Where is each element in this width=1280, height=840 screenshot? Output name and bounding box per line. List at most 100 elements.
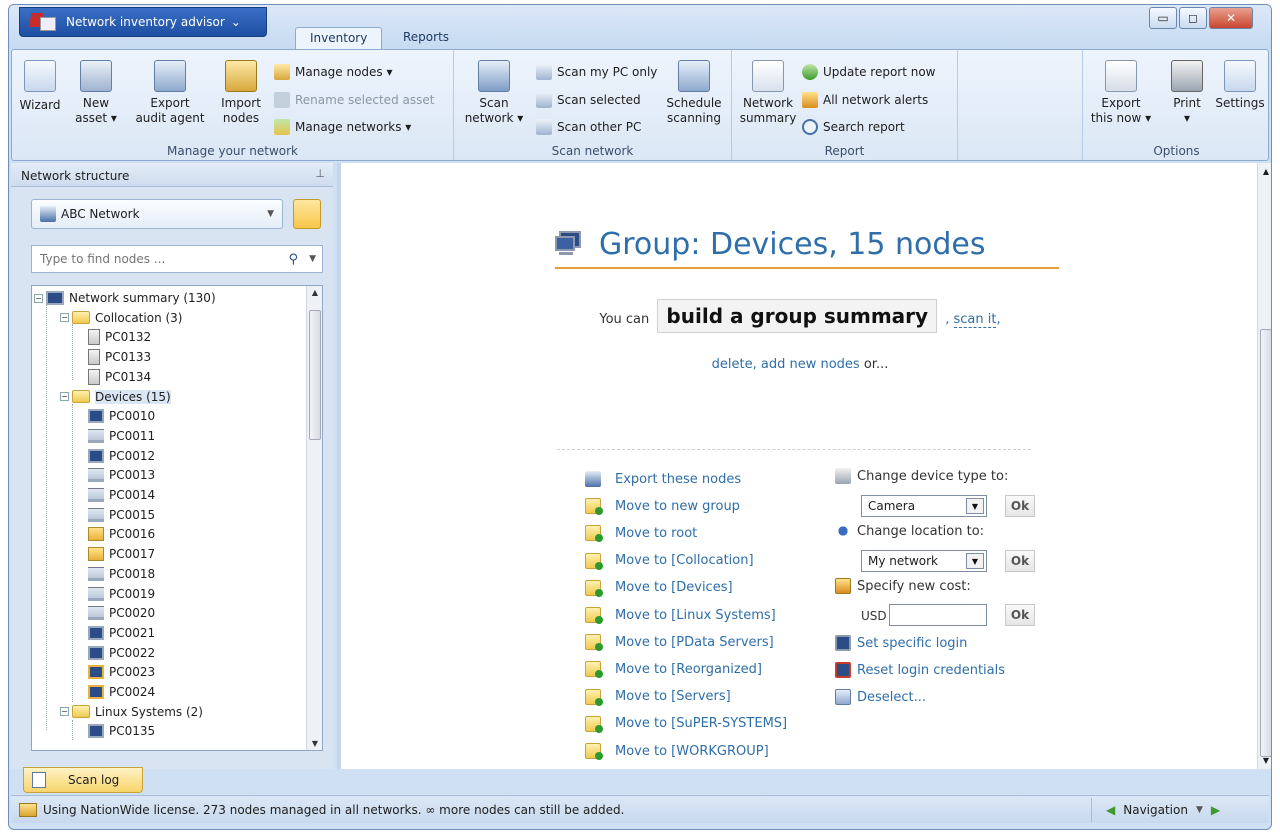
network-select[interactable]: ABC Network ▼ (31, 199, 283, 229)
tree-scrollbar[interactable]: ▲ ▼ (306, 286, 322, 750)
main-scroll-thumb[interactable] (1260, 329, 1271, 757)
computer-icon (88, 488, 104, 502)
deselect-link[interactable]: Deselect... (835, 687, 926, 707)
tab-inventory[interactable]: Inventory (295, 27, 383, 50)
cost-ok-button[interactable]: Ok (1005, 604, 1035, 626)
cost-input[interactable] (889, 604, 987, 626)
move-to-link[interactable]: Move to [PData Servers] (585, 632, 774, 652)
tree-node[interactable]: PC0022 (88, 643, 155, 663)
node-search[interactable]: ⚲ ▼ (31, 245, 323, 273)
tree-node[interactable]: PC0013 (88, 465, 155, 485)
tree-node[interactable]: PC0012 (88, 446, 155, 466)
search-input[interactable] (38, 251, 268, 267)
import-nodes-button[interactable]: Import nodes (216, 60, 266, 126)
set-login-link[interactable]: Set specific login (835, 633, 967, 653)
export-this-now-button[interactable]: Export this now ▾ (1089, 60, 1153, 126)
tree-node[interactable]: PC0011 (88, 426, 155, 446)
tree-node[interactable]: PC0024 (88, 682, 155, 702)
delete-link[interactable]: delete (712, 357, 753, 372)
add-new-nodes-link[interactable]: add new nodes (761, 357, 860, 372)
location-ok-button[interactable]: Ok (1005, 550, 1035, 572)
collapse-icon[interactable]: − (60, 313, 69, 323)
schedule-scanning-button[interactable]: Schedule scanning (662, 60, 726, 126)
search-icon[interactable]: ⚲ (288, 252, 298, 267)
tree-node[interactable]: PC0133 (88, 347, 151, 367)
export-audit-agent-button[interactable]: Export audit agent (128, 60, 212, 126)
tree-node[interactable]: PC0014 (88, 485, 155, 505)
close-button[interactable]: ✕ (1209, 7, 1253, 29)
settings-button[interactable]: Settings (1213, 60, 1267, 111)
move-to-link[interactable]: Move to [WORKGROUP] (585, 741, 769, 761)
filter-button[interactable] (293, 199, 321, 229)
scan-log-tab[interactable]: Scan log (23, 767, 143, 793)
tree-group[interactable]: − Network summary (130) (34, 288, 216, 308)
move-to-link[interactable]: Move to [Servers] (585, 687, 731, 707)
tree-node[interactable]: PC0020 (88, 603, 155, 623)
tree-node[interactable]: PC0021 (88, 623, 155, 643)
collapse-icon[interactable]: − (34, 293, 43, 303)
main-scrollbar[interactable]: ▲ ▼ (1257, 163, 1271, 769)
tree-node[interactable]: PC0134 (88, 367, 151, 387)
all-alerts-button[interactable]: All network alerts (802, 90, 928, 110)
update-report-button[interactable]: Update report now (802, 62, 936, 82)
collapse-icon[interactable]: − (60, 707, 69, 717)
scan-selected-button[interactable]: Scan selected (536, 90, 641, 110)
device-type-select[interactable]: Camera ▼ (861, 495, 987, 517)
scan-other-pc-button[interactable]: Scan other PC (536, 117, 641, 137)
options-line: You can build a group summary , scan it, (341, 299, 1259, 333)
navigation-button[interactable]: ◀ Navigation ▼ ▶ (1091, 798, 1255, 822)
tree-group[interactable]: − Collocation (3) (60, 308, 182, 328)
reset-login-link[interactable]: Reset login credentials (835, 660, 1005, 680)
move-to-link[interactable]: Move to [Collocation] (585, 551, 754, 571)
maximize-button[interactable]: ◻ (1179, 7, 1207, 29)
scroll-down-icon[interactable]: ▼ (307, 739, 322, 748)
export-nodes-link[interactable]: Export these nodes (585, 469, 741, 489)
move-to-link[interactable]: Move to [Reorganized] (585, 659, 762, 679)
move-to-link[interactable]: Move to new group (585, 496, 740, 516)
tree-node[interactable]: PC0017 (88, 544, 155, 564)
scroll-up-icon[interactable]: ▲ (307, 288, 322, 297)
network-summary-button[interactable]: Network summary (738, 60, 798, 126)
scan-it-link[interactable]: scan it (953, 312, 997, 328)
move-to-link[interactable]: Move to [Linux Systems] (585, 605, 776, 625)
tree-group[interactable]: − Linux Systems (2) (60, 702, 203, 722)
manage-networks-button[interactable]: Manage networks ▾ (274, 117, 411, 137)
tree-node[interactable]: PC0023 (88, 662, 155, 682)
tree-scroll-thumb[interactable] (309, 310, 321, 440)
network-select-value: ABC Network (61, 207, 140, 221)
move-to-link[interactable]: Move to [Devices] (585, 578, 733, 598)
rename-asset-button[interactable]: Rename selected asset (274, 90, 434, 110)
scan-my-pc-button[interactable]: Scan my PC only (536, 62, 657, 82)
tree-node[interactable]: PC0016 (88, 524, 155, 544)
scan-network-button[interactable]: Scan network ▾ (462, 60, 526, 126)
back-arrow-icon[interactable]: ◀ (1106, 803, 1115, 817)
tree-node[interactable]: PC0018 (88, 564, 155, 584)
collapse-icon[interactable]: − (60, 392, 69, 401)
forward-arrow-icon[interactable]: ▶ (1211, 803, 1220, 817)
app-menu-button[interactable]: Network inventory advisor ⌄ (19, 7, 267, 37)
print-button[interactable]: Print ▾ (1165, 60, 1209, 126)
move-to-link[interactable]: Move to root (585, 523, 697, 543)
tree-node[interactable]: PC0015 (88, 505, 155, 525)
wizard-button[interactable]: Wizard (18, 60, 62, 113)
location-select[interactable]: My network ▼ (861, 550, 987, 572)
tree-node[interactable]: PC0019 (88, 584, 155, 604)
tree-node[interactable]: PC0010 (88, 406, 155, 426)
tree-node[interactable]: PC0132 (88, 327, 151, 347)
move-to-link[interactable]: Move to [SuPER-SYSTEMS] (585, 714, 787, 734)
search-options-chevron-icon[interactable]: ▼ (309, 254, 316, 264)
tree-group[interactable]: − Devices (15) (60, 387, 171, 407)
search-report-button[interactable]: Search report (802, 117, 905, 137)
footprints-icon (835, 523, 851, 539)
pin-icon[interactable]: ⊥ (315, 167, 325, 180)
tab-reports[interactable]: Reports (389, 27, 463, 50)
new-asset-button[interactable]: New asset ▾ (68, 60, 124, 126)
build-group-summary-button[interactable]: build a group summary (657, 299, 938, 333)
manage-nodes-button[interactable]: Manage nodes ▾ (274, 62, 393, 82)
scroll-down-icon[interactable]: ▼ (1258, 756, 1271, 765)
device-type-ok-button[interactable]: Ok (1005, 495, 1035, 517)
tree-node[interactable]: PC0135 (88, 721, 155, 741)
scroll-up-icon[interactable]: ▲ (1258, 167, 1271, 176)
comma-separator: , (945, 312, 950, 327)
minimize-button[interactable]: ▭ (1149, 7, 1177, 29)
